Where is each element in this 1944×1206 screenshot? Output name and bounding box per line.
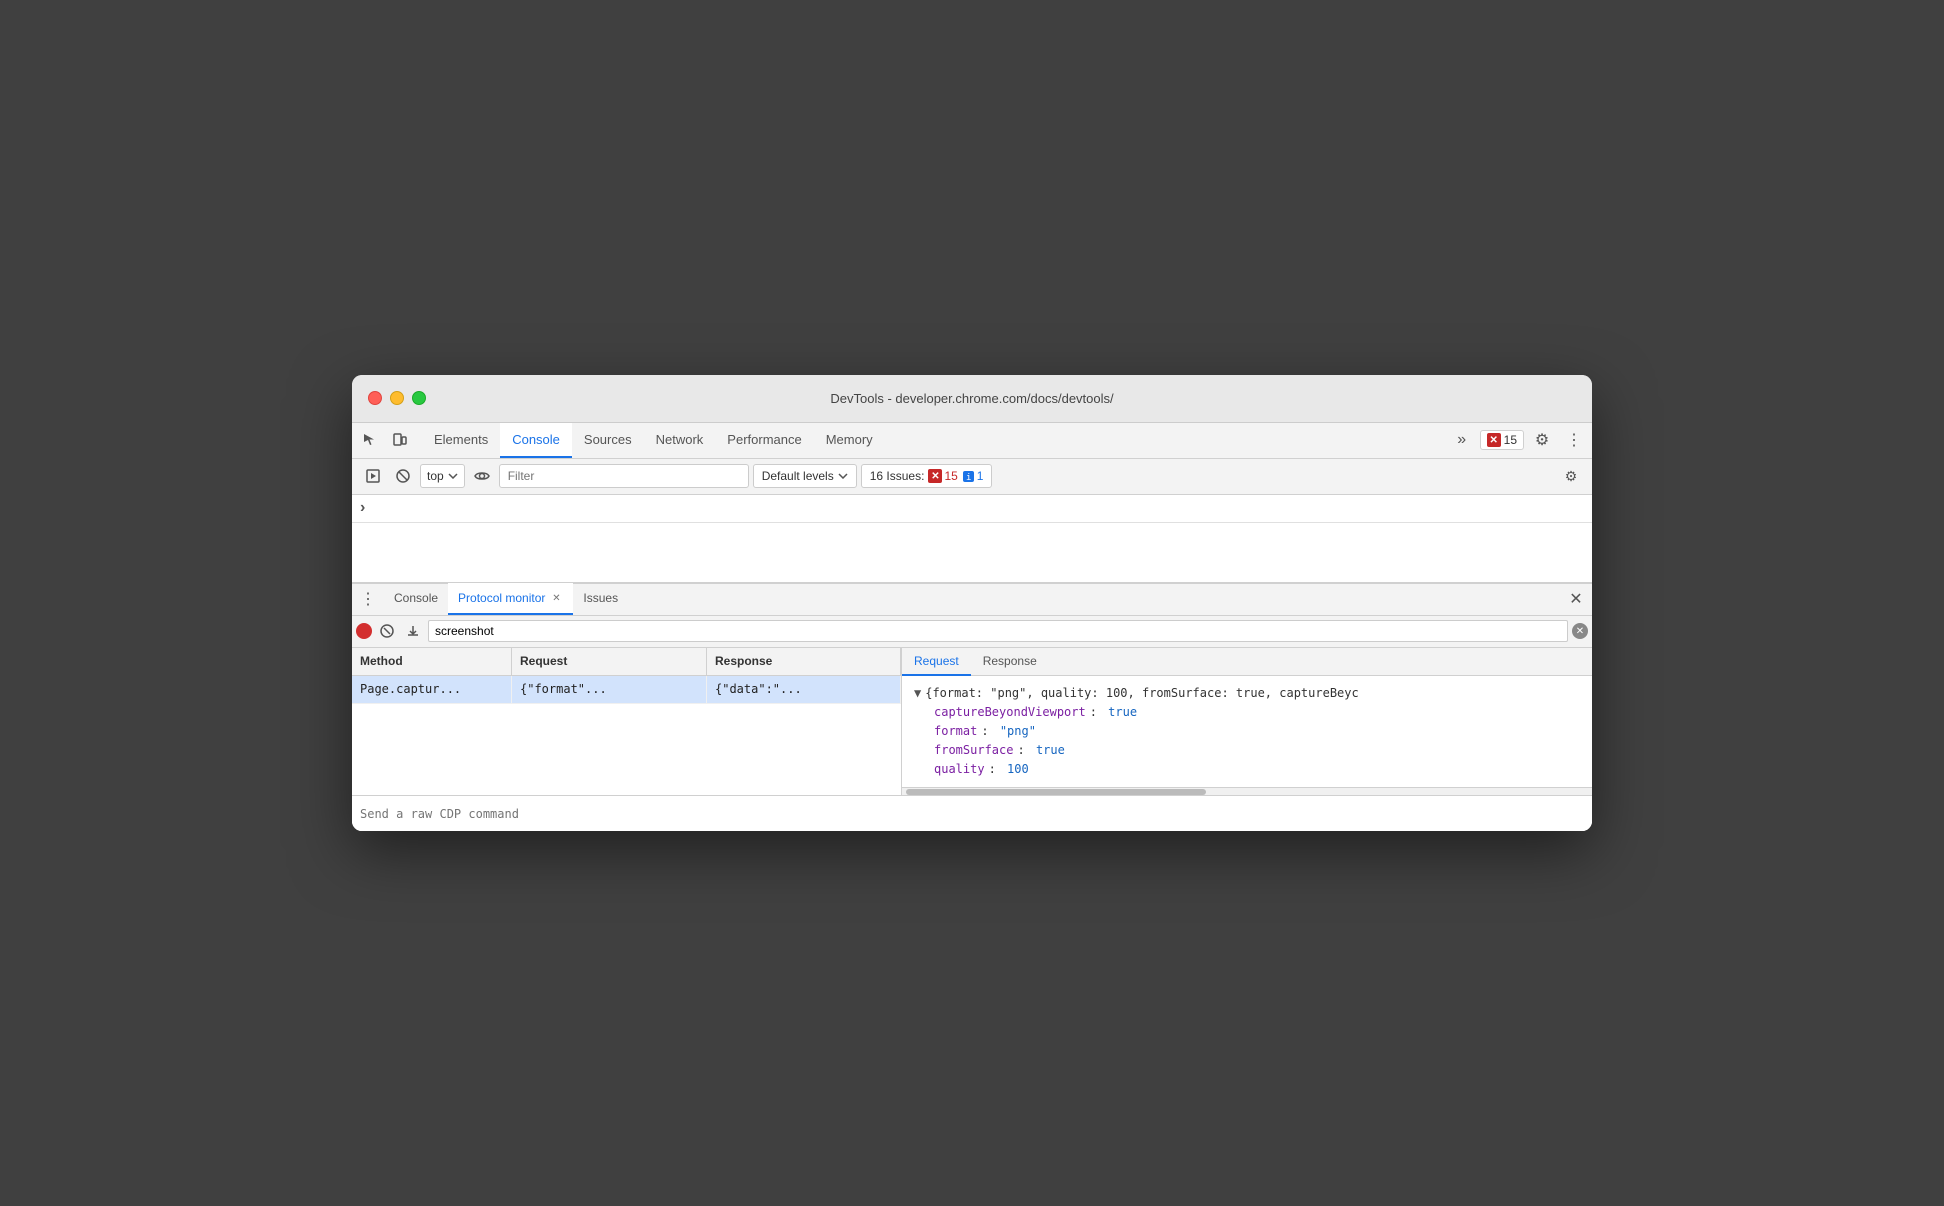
console-prompt-row[interactable]: › <box>352 495 1592 523</box>
protocol-search-input[interactable] <box>428 620 1568 642</box>
table-header-request: Request <box>512 648 707 675</box>
top-tab-bar: Elements Console Sources Network Perform… <box>352 423 1592 459</box>
table-row[interactable]: Page.captur... {"format"... {"data":"... <box>352 676 901 704</box>
table-cell-method: Page.captur... <box>352 676 512 703</box>
device-toolbar-icon[interactable] <box>386 426 414 454</box>
more-tabs-button[interactable]: » <box>1448 426 1476 454</box>
download-protocol-icon[interactable] <box>402 620 424 642</box>
table-cell-request: {"format"... <box>512 676 707 703</box>
table-header-row: Method Request Response <box>352 648 901 676</box>
detail-tab-bar: Request Response <box>902 648 1592 676</box>
json-summary-line: ▼ {format: "png", quality: 100, fromSurf… <box>914 684 1580 703</box>
eye-icon[interactable] <box>469 463 495 489</box>
json-property-format: format : "png" <box>914 722 1580 741</box>
cdp-command-input[interactable] <box>360 807 1584 821</box>
tab-network[interactable]: Network <box>644 422 716 458</box>
protocol-monitor-content: ✕ Method Request <box>352 616 1592 796</box>
close-button[interactable] <box>368 391 382 405</box>
drawer-tab-bar: ⋮ Console Protocol monitor ✕ Issues ✕ <box>352 584 1592 616</box>
filter-input[interactable] <box>499 464 749 488</box>
record-button[interactable] <box>356 623 372 639</box>
drawer-tab-console[interactable]: Console <box>384 583 448 615</box>
issues-error-icon: ✕ <box>928 469 942 483</box>
tab-elements[interactable]: Elements <box>422 422 500 458</box>
drawer-menu-icon[interactable]: ⋮ <box>356 587 380 611</box>
error-icon: ✕ <box>1487 433 1501 447</box>
search-clear-button[interactable]: ✕ <box>1572 623 1588 639</box>
json-property-captureBeyondViewport: captureBeyondViewport : true <box>914 703 1580 722</box>
drawer-tab-protocol-monitor[interactable]: Protocol monitor ✕ <box>448 583 573 615</box>
traffic-lights <box>368 391 426 405</box>
more-options-icon[interactable]: ⋮ <box>1560 426 1588 454</box>
tab-memory[interactable]: Memory <box>814 422 885 458</box>
maximize-button[interactable] <box>412 391 426 405</box>
detail-horizontal-scrollbar[interactable] <box>902 787 1592 795</box>
error-count: 15 <box>1504 433 1517 447</box>
inspect-element-icon[interactable] <box>356 426 384 454</box>
run-script-icon[interactable] <box>360 463 386 489</box>
table-header-response: Response <box>707 648 901 675</box>
json-property-quality: quality : 100 <box>914 760 1580 779</box>
detail-tab-request[interactable]: Request <box>902 648 971 676</box>
console-toolbar: top Default levels 16 Issues: ✕ 15 <box>352 459 1592 495</box>
protocol-toolbar: ✕ <box>352 616 1592 648</box>
tab-sources[interactable]: Sources <box>572 422 644 458</box>
clear-console-icon[interactable] <box>390 463 416 489</box>
issues-count-badge[interactable]: 16 Issues: ✕ 15 i 1 <box>861 464 993 488</box>
table-header-method: Method <box>352 648 512 675</box>
protocol-table: Method Request Response Page.captur. <box>352 648 902 796</box>
table-body: Page.captur... {"format"... {"data":"... <box>352 676 901 796</box>
top-tabs-right: » ✕ 15 ⚙ ⋮ <box>1448 426 1588 454</box>
cdp-command-bar <box>352 795 1592 831</box>
console-settings-icon[interactable]: ⚙ <box>1558 463 1584 489</box>
clear-protocol-icon[interactable] <box>376 620 398 642</box>
tab-performance[interactable]: Performance <box>715 422 813 458</box>
minimize-button[interactable] <box>390 391 404 405</box>
issues-info-section: i 1 <box>962 469 984 483</box>
protocol-monitor-close-icon[interactable]: ✕ <box>549 591 563 605</box>
detail-scrollbar-thumb[interactable] <box>906 789 1206 795</box>
top-context-dropdown[interactable]: top <box>420 464 465 488</box>
detail-tab-response[interactable]: Response <box>971 648 1049 676</box>
error-count-badge[interactable]: ✕ 15 <box>1480 430 1524 450</box>
svg-text:i: i <box>966 473 971 483</box>
console-output-area <box>352 523 1592 583</box>
log-levels-dropdown[interactable]: Default levels <box>753 464 857 488</box>
title-bar: DevTools - developer.chrome.com/docs/dev… <box>352 375 1592 423</box>
drawer-panel: ⋮ Console Protocol monitor ✕ Issues ✕ <box>352 583 1592 832</box>
drawer-close-button[interactable]: ✕ <box>1564 587 1588 611</box>
table-cell-response: {"data":"... <box>707 676 901 703</box>
settings-icon[interactable]: ⚙ <box>1528 426 1556 454</box>
issues-error-section: ✕ 15 <box>928 469 957 483</box>
window-title: DevTools - developer.chrome.com/docs/dev… <box>830 391 1113 406</box>
tab-console[interactable]: Console <box>500 422 572 458</box>
protocol-detail-panel: Request Response ▼ {format: "png", quali… <box>902 648 1592 796</box>
detail-content-area: ▼ {format: "png", quality: 100, fromSurf… <box>902 676 1592 788</box>
protocol-table-detail-split: Method Request Response Page.captur. <box>352 648 1592 796</box>
top-tabs-icons <box>356 426 414 454</box>
json-property-fromSurface: fromSurface : true <box>914 741 1580 760</box>
drawer-tab-issues[interactable]: Issues <box>573 583 628 615</box>
